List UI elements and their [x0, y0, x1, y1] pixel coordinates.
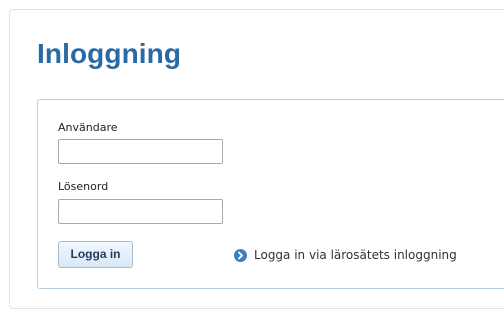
institution-login-link-label: Logga in via lärosätets inloggning	[254, 248, 457, 262]
institution-login-link[interactable]: Logga in via lärosätets inloggning	[234, 247, 457, 263]
password-label: Lösenord	[58, 180, 109, 193]
chevron-right-circle-icon	[234, 248, 247, 262]
page-title: Inloggning	[37, 38, 182, 69]
password-input[interactable]	[58, 199, 223, 224]
login-button[interactable]: Logga in	[58, 241, 133, 268]
username-label: Användare	[58, 121, 118, 134]
username-input[interactable]	[58, 139, 223, 164]
